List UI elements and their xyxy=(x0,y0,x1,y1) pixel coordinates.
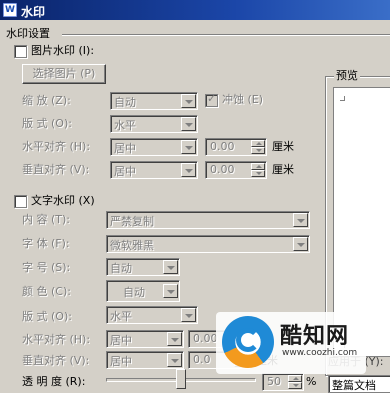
text-watermark-label: 文字水印 (X) xyxy=(31,194,95,207)
picture-valign-offset-value: 0.00 xyxy=(210,163,235,176)
picture-scale-select[interactable]: 自动 xyxy=(110,92,198,110)
text-valign-value: 居中 xyxy=(110,355,132,368)
text-size-label: 字 号 (S): xyxy=(22,261,71,274)
chevron-down-icon[interactable] xyxy=(167,353,182,367)
corner-mark xyxy=(340,96,345,101)
text-color-select[interactable]: 自动 xyxy=(106,280,180,302)
chevron-down-icon[interactable] xyxy=(293,237,308,251)
picture-watermark-label: 图片水印 (I): xyxy=(31,44,95,57)
picture-valign-label: 垂直对齐 (V): xyxy=(22,163,90,176)
picture-halign-offset-spinner[interactable]: 0.00 xyxy=(205,138,267,156)
picture-valign-unit: 厘米 xyxy=(272,163,294,176)
text-halign-value: 居中 xyxy=(110,334,132,347)
brand-url: www.coozhi.com xyxy=(282,348,358,358)
text-valign-label: 垂直对齐 (V): xyxy=(22,354,90,367)
brand-name: 酷知网 xyxy=(280,324,350,349)
chevron-down-icon[interactable] xyxy=(163,284,178,298)
text-transparency-label: 透 明 度 (R): xyxy=(22,375,86,388)
text-halign-select[interactable]: 居中 xyxy=(106,330,184,348)
picture-halign-label: 水平对齐 (H): xyxy=(22,140,91,153)
text-font-label: 字 体 (F): xyxy=(22,237,70,250)
chevron-down-icon[interactable] xyxy=(293,213,308,227)
picture-layout-value: 水平 xyxy=(114,119,136,132)
spin-down-icon[interactable] xyxy=(288,382,302,389)
spin-up-icon[interactable] xyxy=(251,163,265,170)
apply-to-select[interactable]: 整篇文档 xyxy=(328,375,390,393)
text-watermark-checkbox[interactable] xyxy=(14,195,27,208)
chevron-down-icon[interactable] xyxy=(181,94,196,108)
spin-up-icon[interactable] xyxy=(251,140,265,147)
picture-layout-label: 版 式 (O): xyxy=(22,117,72,130)
text-color-label: 颜 色 (C): xyxy=(22,285,71,298)
text-layout-value: 水平 xyxy=(110,310,132,323)
text-font-select[interactable]: 微软雅黑 xyxy=(106,235,310,253)
picture-valign-value: 居中 xyxy=(114,165,136,178)
picture-scale-value: 自动 xyxy=(114,96,136,109)
preview-label: 预览 xyxy=(334,69,360,83)
transparency-slider-thumb[interactable] xyxy=(176,369,186,389)
picture-valign-offset-spinner[interactable]: 0.00 xyxy=(205,161,267,179)
spin-down-icon[interactable] xyxy=(251,147,265,154)
chevron-down-icon[interactable] xyxy=(167,332,182,346)
transparency-spinner[interactable]: 50 xyxy=(262,373,304,391)
logo-c-mark xyxy=(236,328,260,352)
apply-to-value: 整篇文档 xyxy=(332,379,376,392)
picture-watermark-checkbox[interactable] xyxy=(14,45,27,58)
washout-checkbox[interactable]: ✓ xyxy=(205,92,218,107)
picture-halign-select[interactable]: 居中 xyxy=(110,138,198,156)
wps-writer-icon: W xyxy=(3,3,17,17)
spin-up-icon[interactable] xyxy=(288,375,302,382)
text-content-select[interactable]: 严禁复制 xyxy=(106,211,310,229)
text-valign-offset-value: 0.0 xyxy=(193,353,211,366)
section-divider xyxy=(62,34,390,36)
picture-halign-unit: 厘米 xyxy=(272,140,294,153)
window-title: 水印 xyxy=(21,5,46,19)
picture-halign-value: 居中 xyxy=(114,142,136,155)
text-layout-select[interactable]: 水平 xyxy=(106,306,198,324)
text-content-value: 严禁复制 xyxy=(110,215,154,228)
text-size-value: 自动 xyxy=(110,262,132,275)
picture-layout-select[interactable]: 水平 xyxy=(110,115,198,133)
chevron-down-icon[interactable] xyxy=(181,117,196,131)
text-font-value: 微软雅黑 xyxy=(110,239,154,252)
text-halign-label: 水平对齐 (H): xyxy=(22,333,91,346)
text-color-value: 自动 xyxy=(123,286,145,299)
picture-halign-offset-value: 0.00 xyxy=(210,140,235,153)
text-content-label: 内 容 (T): xyxy=(22,213,71,226)
chevron-down-icon[interactable] xyxy=(181,140,196,154)
site-watermark: 酷知网 www.coozhi.com xyxy=(216,312,366,374)
washout-label: 冲蚀 (E) xyxy=(222,93,264,106)
title-bar: W 水印 xyxy=(0,0,390,20)
transparency-unit: % xyxy=(306,375,317,388)
choose-picture-button[interactable]: 选择图片 (P) xyxy=(22,64,106,84)
picture-valign-select[interactable]: 居中 xyxy=(110,161,198,179)
text-size-select[interactable]: 自动 xyxy=(106,258,180,276)
transparency-value: 50 xyxy=(267,375,281,388)
text-halign-offset-value: 0.00 xyxy=(193,332,218,345)
spin-down-icon[interactable] xyxy=(251,170,265,177)
picture-scale-label: 缩 放 (Z): xyxy=(22,94,71,107)
text-valign-select[interactable]: 居中 xyxy=(106,351,184,369)
checkmark-icon: ✓ xyxy=(207,92,217,105)
text-layout-label: 版 式 (O): xyxy=(22,310,72,323)
chevron-down-icon[interactable] xyxy=(181,163,196,177)
chevron-down-icon[interactable] xyxy=(181,308,196,322)
chevron-down-icon[interactable] xyxy=(163,260,178,274)
section-label: 水印设置 xyxy=(6,27,50,40)
